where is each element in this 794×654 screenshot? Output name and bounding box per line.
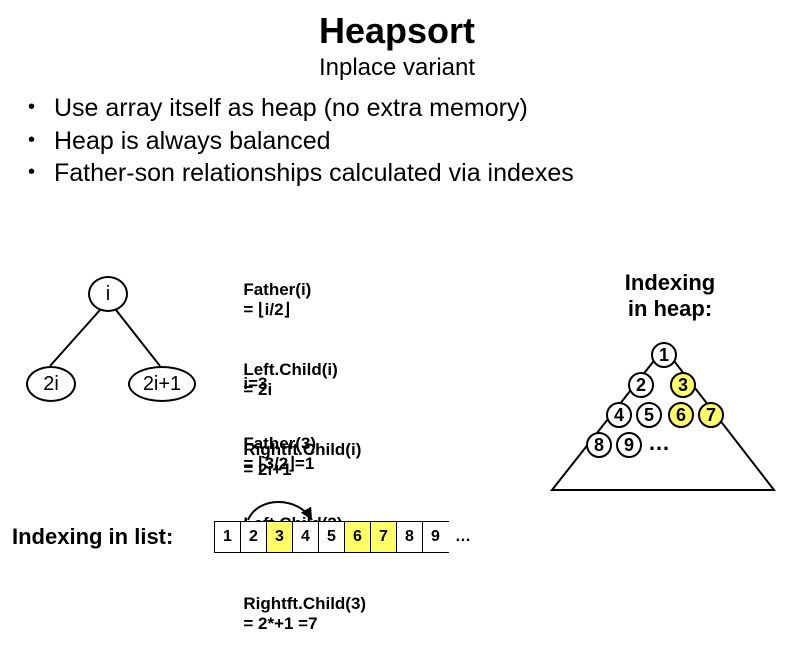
- bullet-item: Heap is always balanced: [28, 125, 794, 158]
- heap-ellipsis: …: [648, 430, 670, 456]
- heap-node: 2: [628, 372, 654, 398]
- list-cell: 4: [292, 521, 319, 553]
- list-cell: 2: [240, 521, 267, 553]
- slide-subtitle: Inplace variant: [0, 54, 794, 82]
- list-cell: 5: [318, 521, 345, 553]
- heap-node: 6: [668, 402, 694, 428]
- list-ellipsis: …: [448, 522, 478, 552]
- list-cell: 9: [422, 521, 449, 553]
- bullet-item: Use array itself as heap (no extra memor…: [28, 92, 794, 125]
- heap-node: 4: [606, 402, 632, 428]
- example-right-label: Rightft.Child(3): [243, 594, 418, 614]
- heap-node: 8: [586, 432, 612, 458]
- heap-node: 1: [651, 342, 677, 368]
- bullet-item: Father-son relationships calculated via …: [28, 157, 794, 190]
- list-cell: 6: [344, 521, 371, 553]
- tree-node-right: 2i+1: [128, 366, 196, 402]
- list-indexing-label: Indexing in list:: [12, 524, 173, 550]
- slide-title: Heapsort: [0, 10, 794, 52]
- heap-indexing-label: Indexing in heap:: [590, 270, 750, 322]
- tree-node-i: i: [88, 276, 128, 312]
- formula-father-value: = ⌊i/2⌋: [243, 300, 290, 320]
- example-father-label: Father(3): [243, 434, 418, 454]
- heap-node: 3: [670, 372, 696, 398]
- list-cell: 3: [266, 521, 293, 553]
- tree-node-left: 2i: [26, 366, 76, 402]
- formula-father-label: Father(i): [243, 280, 413, 300]
- list-cell: 8: [396, 521, 423, 553]
- list-cell: 7: [370, 521, 397, 553]
- heap-node: 7: [698, 402, 724, 428]
- heap-figure: 1 2 3 4 5 6 7 8 9 …: [534, 340, 794, 500]
- heap-node: 9: [616, 432, 642, 458]
- index-tree: i 2i 2i+1: [20, 270, 200, 410]
- example-head: i=3: [243, 374, 418, 394]
- example-right-value: = 2*+1 =7: [243, 614, 317, 633]
- heap-node: 5: [636, 402, 662, 428]
- example-father-value: = ⌊3/2⌋=1: [243, 454, 314, 473]
- list-row: 1 2 3 4 5 6 7 8 9 …: [215, 521, 478, 553]
- list-cell: 1: [214, 521, 241, 553]
- bullet-list: Use array itself as heap (no extra memor…: [28, 92, 794, 190]
